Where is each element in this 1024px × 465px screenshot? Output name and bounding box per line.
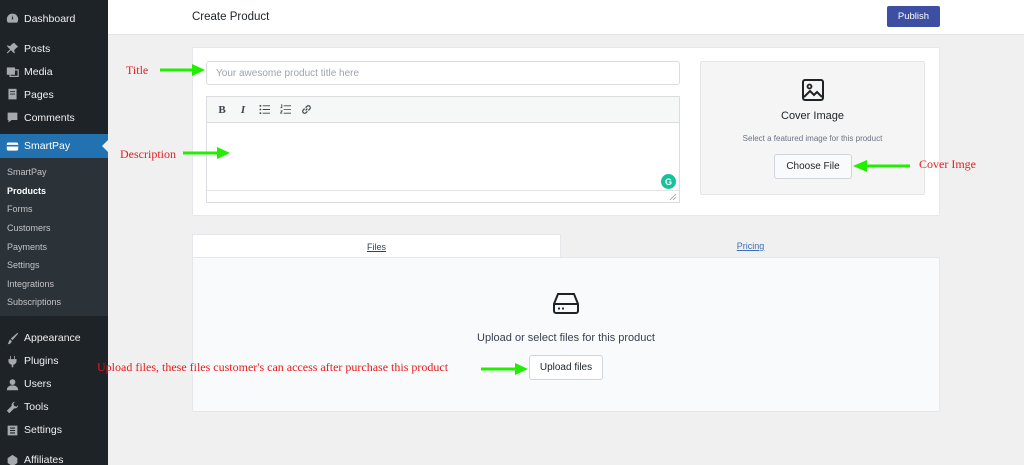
sidebar-item-posts[interactable]: Posts: [0, 37, 108, 60]
cover-image-title: Cover Image: [781, 110, 844, 122]
submenu-forms[interactable]: Forms: [0, 200, 108, 219]
sidebar-item-label: Tools: [24, 401, 49, 414]
admin-sidebar: Dashboard Posts Media Pages Comments Sma…: [0, 0, 108, 465]
sidebar-item-tools[interactable]: Tools: [0, 396, 108, 419]
sidebar-item-label: Settings: [24, 424, 62, 437]
bold-button[interactable]: B: [213, 101, 231, 119]
affiliates-icon: [5, 453, 19, 465]
sidebar-item-label: Users: [24, 378, 52, 391]
files-title: Upload or select files for this product: [477, 332, 655, 344]
submenu-products[interactable]: Products: [0, 182, 108, 201]
upload-files-button[interactable]: Upload files: [529, 355, 603, 380]
arrow-left-icon: [853, 160, 910, 172]
dashboard-icon: [5, 12, 19, 26]
sidebar-item-settings[interactable]: Settings: [0, 419, 108, 442]
annotation-description: Description: [120, 147, 176, 161]
resize-handle-icon[interactable]: [669, 193, 677, 201]
pin-icon: [5, 42, 19, 56]
italic-button[interactable]: I: [234, 101, 252, 119]
sidebar-item-media[interactable]: Media: [0, 60, 108, 83]
smartpay-submenu: SmartPay Products Forms Customers Paymen…: [0, 158, 108, 316]
sidebar-item-label: Media: [24, 65, 53, 78]
sidebar-item-affiliates[interactable]: Affiliates: [0, 449, 108, 465]
sidebar-item-comments[interactable]: Comments: [0, 106, 108, 129]
media-icon: [5, 65, 19, 79]
arrow-right-icon: [481, 363, 528, 375]
user-icon: [5, 377, 19, 391]
submenu-integrations[interactable]: Integrations: [0, 275, 108, 294]
image-icon: [802, 79, 824, 101]
sidebar-item-label: Plugins: [24, 355, 59, 368]
sidebar-item-appearance[interactable]: Appearance: [0, 327, 108, 350]
sidebar-item-label: Comments: [24, 111, 75, 124]
sidebar-item-label: Dashboard: [24, 12, 76, 25]
bullet-list-icon[interactable]: [255, 101, 273, 119]
submenu-customers[interactable]: Customers: [0, 219, 108, 238]
description-editor: B I: [206, 96, 680, 203]
choose-file-button[interactable]: Choose File: [774, 154, 852, 179]
pages-icon: [5, 88, 19, 102]
comment-icon: [5, 111, 19, 125]
tab-files[interactable]: Files: [192, 234, 561, 258]
annotation-upload: Upload files, these files customer's can…: [97, 360, 449, 374]
sidebar-item-label: SmartPay: [24, 140, 71, 152]
link-icon[interactable]: [297, 101, 315, 119]
wrench-icon: [5, 400, 19, 414]
arrow-right-icon: [160, 64, 205, 76]
arrow-right-icon: [183, 147, 230, 159]
sidebar-item-pages[interactable]: Pages: [0, 83, 108, 106]
smartpay-icon: [5, 139, 19, 153]
submenu-subscriptions[interactable]: Subscriptions: [0, 293, 108, 312]
sidebar-item-label: Posts: [24, 42, 51, 55]
sidebar-item-plugins[interactable]: Plugins: [0, 350, 108, 373]
settings-icon: [5, 423, 19, 437]
editor-statusbar: [207, 190, 679, 202]
tab-pricing[interactable]: Pricing: [561, 234, 940, 258]
product-title-input[interactable]: [206, 61, 680, 85]
grammarly-icon[interactable]: G: [661, 174, 676, 189]
annotation-cover: Cover Imge: [919, 157, 976, 171]
brush-icon: [5, 331, 19, 345]
cover-image-subtitle: Select a featured image for this product: [742, 134, 883, 143]
submenu-payments[interactable]: Payments: [0, 237, 108, 256]
sidebar-item-smartpay[interactable]: SmartPay: [0, 134, 108, 158]
editor-toolbar: B I: [207, 97, 679, 123]
submenu-settings[interactable]: Settings: [0, 256, 108, 275]
submenu-smartpay[interactable]: SmartPay: [0, 163, 108, 182]
sidebar-item-users[interactable]: Users: [0, 373, 108, 396]
page-title: Create Product: [192, 11, 270, 23]
numbered-list-icon[interactable]: [276, 101, 294, 119]
hard-drive-icon: [553, 293, 579, 314]
publish-button[interactable]: Publish: [887, 6, 940, 27]
description-textarea[interactable]: [207, 123, 679, 190]
sidebar-item-dashboard[interactable]: Dashboard: [0, 7, 108, 30]
annotation-title: Title: [126, 63, 149, 77]
page-header: Create Product Publish: [108, 0, 1024, 35]
sidebar-item-label: Appearance: [24, 332, 81, 345]
sidebar-item-label: Pages: [24, 88, 54, 101]
plug-icon: [5, 354, 19, 368]
sidebar-item-label: Affiliates: [24, 454, 64, 465]
